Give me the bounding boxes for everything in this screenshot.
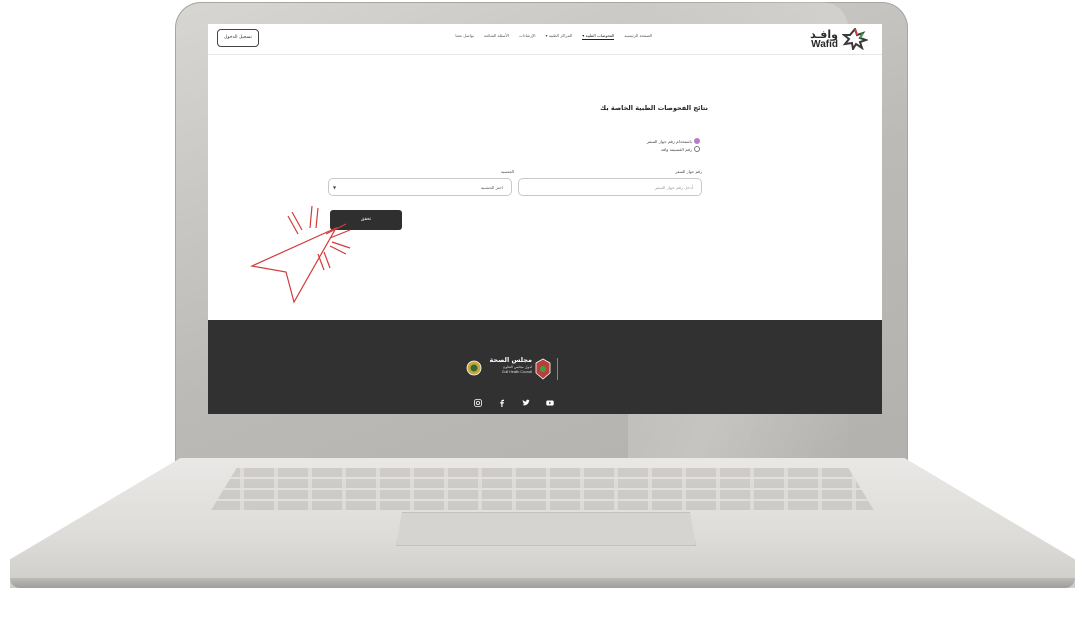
instagram-icon[interactable] <box>474 392 482 407</box>
footer-council-en: Gulf Health Council <box>501 370 532 374</box>
nationality-select[interactable]: اختر الجنسية ▼ <box>328 178 512 196</box>
nav-link-medical-centers[interactable]: المراكز الطبية ▾ <box>545 33 572 40</box>
radio-passport-label: باستخدام رقم جواز السفر <box>646 138 692 144</box>
laptop-trackpad <box>396 512 696 546</box>
gcc-seal-icon <box>466 360 482 376</box>
passport-input[interactable]: أدخل رقم جواز السفر <box>518 178 702 196</box>
radio-passport-option[interactable]: باستخدام رقم جواز السفر <box>647 138 700 144</box>
radio-voucher-option[interactable]: رقم القسيمة وافد <box>647 146 700 152</box>
nationality-label: الجنسية <box>500 169 514 174</box>
login-button[interactable]: تسجيل الدخول <box>217 29 259 47</box>
radio-passport[interactable] <box>694 138 700 144</box>
nationality-select-value: اختر الجنسية <box>480 185 503 190</box>
search-method-radios: باستخدام رقم جواز السفر رقم القسيمة وافد <box>647 138 700 154</box>
facebook-icon[interactable] <box>498 392 506 407</box>
wafid-logo-icon <box>842 28 868 50</box>
youtube-icon[interactable] <box>546 392 554 406</box>
social-links <box>474 392 554 407</box>
radio-voucher-label: رقم القسيمة وافد <box>660 146 692 152</box>
nav-links: الصفحة الرئيسية الفحوصات الطبية ▾ المراك… <box>455 33 652 40</box>
logo-text-en: Wafid <box>811 39 838 50</box>
council-emblem-icon <box>535 358 551 380</box>
nav-link-contact[interactable]: تواصل معنا <box>455 33 474 40</box>
footer-council-ar: مجلس الصحة <box>489 356 532 364</box>
laptop-base-edge <box>10 578 1075 588</box>
nav-link-medical-exams[interactable]: الفحوصات الطبية ▾ <box>582 33 615 40</box>
top-nav: تسجيل الدخول الصفحة الرئيسية الفحوصات ال… <box>208 24 882 55</box>
twitter-icon[interactable] <box>522 392 530 406</box>
footer-council-ar-sub: لدول مجلس التعاون <box>502 365 532 369</box>
nav-link-guidelines[interactable]: الإرشادات <box>519 33 536 40</box>
chevron-down-icon: ▼ <box>333 185 337 190</box>
laptop-keyboard <box>210 468 875 512</box>
radio-voucher[interactable] <box>694 146 700 152</box>
wafid-logo[interactable]: وافـد Wafid <box>774 27 874 51</box>
footer-logo-divider <box>557 358 558 380</box>
passport-label: رقم جواز السفر <box>675 169 702 174</box>
page-title: نتائج الفحوصات الطبية الخاصة بك <box>600 104 708 112</box>
footer: مجلس الصحة لدول مجلس التعاون Gulf Health… <box>208 320 882 414</box>
nav-link-home[interactable]: الصفحة الرئيسية <box>624 33 652 40</box>
gulf-health-council-logo: مجلس الصحة لدول مجلس التعاون Gulf Health… <box>466 356 566 384</box>
cursor-click-icon <box>249 206 351 304</box>
laptop-screen: تسجيل الدخول الصفحة الرئيسية الفحوصات ال… <box>208 24 882 414</box>
nav-link-faq[interactable]: الأسئلة الشائعة <box>484 33 509 40</box>
